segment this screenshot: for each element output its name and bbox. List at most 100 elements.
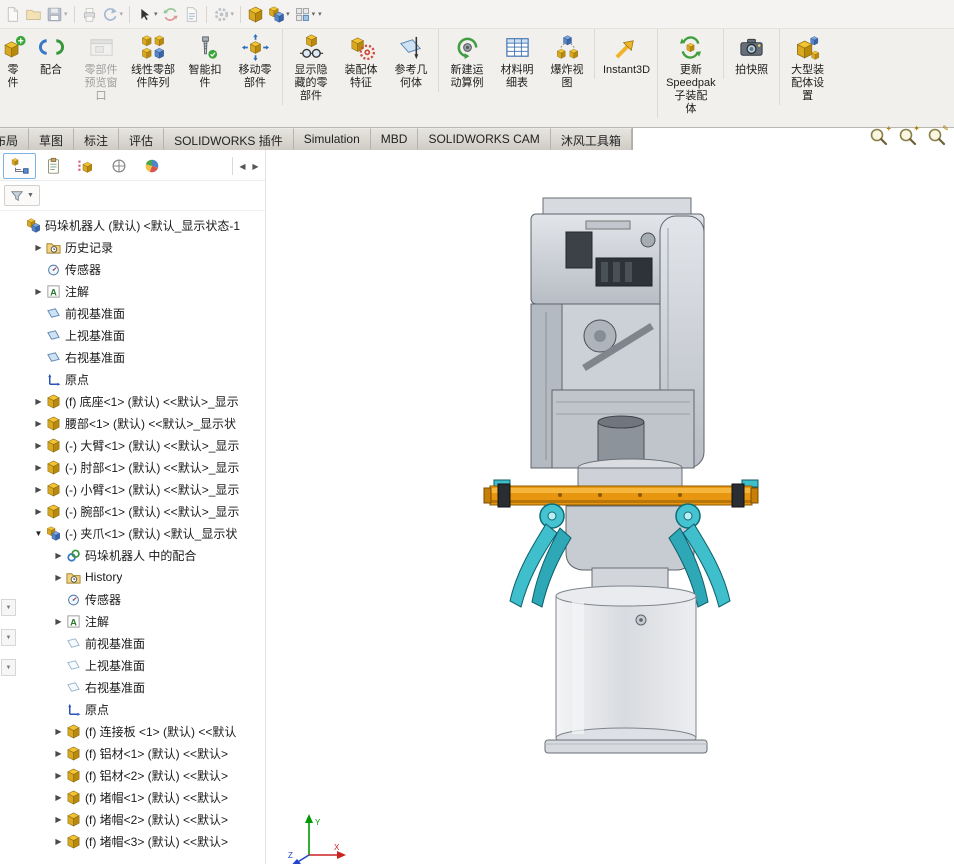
tab-solidworks-插件[interactable]: SOLIDWORKS 插件 [164, 128, 294, 150]
tree-item[interactable]: ▶(f) 铝材<1> (默认) <<默认> [0, 742, 265, 764]
tree-item[interactable]: ▶(-) 小臂<1> (默认) <<默认>_显示 [0, 478, 265, 500]
tab-标注[interactable]: 标注 [74, 128, 119, 150]
tree-item[interactable]: ▶(f) 连接板 <1> (默认) <<默认 [0, 720, 265, 742]
tree-expand-arrow-icon[interactable]: ▶ [52, 727, 65, 736]
tree-item[interactable]: 原点 [0, 698, 265, 720]
tree-expand-arrow-icon[interactable]: ▶ [32, 507, 45, 516]
tree-expand-arrow-icon[interactable]: ▶ [52, 815, 65, 824]
tree-expand-arrow-icon[interactable]: ▼ [32, 529, 45, 538]
tree-expand-arrow-icon[interactable]: ▶ [52, 837, 65, 846]
tree-item[interactable]: ▶(f) 堵帽<1> (默认) <<默认> [0, 786, 265, 808]
component-preview-button[interactable]: 零部件 预览窗 口 [76, 29, 126, 105]
mate-button[interactable]: 配合 [26, 29, 76, 79]
new-document-button[interactable] [2, 2, 23, 26]
tree-item[interactable]: 前视基准面 [0, 302, 265, 324]
tab-草图[interactable]: 草图 [29, 128, 74, 150]
magnifier-star-button[interactable]: ✦ [897, 126, 919, 148]
tree-expand-arrow-icon[interactable]: ▶ [32, 243, 45, 252]
take-snapshot-button[interactable]: 拍快照 [723, 29, 777, 79]
tree-item[interactable]: ▶(f) 铝材<2> (默认) <<默认> [0, 764, 265, 786]
tree-nav-prev-button[interactable]: ◀ [236, 157, 249, 175]
tree-expand-arrow-icon[interactable]: ▶ [52, 617, 65, 626]
tree-expand-arrow-icon[interactable]: ▶ [52, 749, 65, 758]
tree-item[interactable]: ▶历史记录 [0, 236, 265, 258]
tree-item[interactable]: ▶(f) 底座<1> (默认) <<默认>_显示 [0, 390, 265, 412]
exploded-view-button[interactable]: 爆炸视 图 [542, 29, 592, 92]
file-properties-button[interactable] [181, 2, 202, 26]
tree-expand-arrow-icon[interactable]: ▶ [32, 441, 45, 450]
insert-component-button[interactable]: 零 件 [0, 29, 26, 92]
flyout-arrow-button[interactable]: ▼ [1, 659, 16, 676]
move-component-button[interactable]: 移动零 部件 [230, 29, 280, 92]
property-manager-tab[interactable] [36, 153, 69, 179]
tree-expand-arrow-icon[interactable]: ▶ [32, 397, 45, 406]
tree-item[interactable]: 前视基准面 [0, 632, 265, 654]
tree-item[interactable]: 上视基准面 [0, 654, 265, 676]
save-button[interactable]: ▾ [44, 2, 70, 26]
tree-item[interactable]: ▶(-) 腕部<1> (默认) <<默认>_显示 [0, 500, 265, 522]
tree-item[interactable]: 传感器 [0, 588, 265, 610]
tree-expand-arrow-icon[interactable]: ▶ [52, 551, 65, 560]
tree-expand-arrow-icon[interactable]: ▶ [32, 287, 45, 296]
tree-item[interactable]: 上视基准面 [0, 324, 265, 346]
tab-simulation[interactable]: Simulation [294, 128, 371, 150]
tree-item[interactable]: ▶(f) 堵帽<2> (默认) <<默认> [0, 808, 265, 830]
tab-布局[interactable]: 布局 [0, 128, 29, 150]
tree-item[interactable]: 右视基准面 [0, 676, 265, 698]
tab-评估[interactable]: 评估 [119, 128, 164, 150]
flyout-arrow-button[interactable]: ▼ [1, 599, 16, 616]
dimxpert-manager-tab[interactable] [102, 153, 135, 179]
show-hidden-button[interactable]: 显示隐 藏的零 部件 [282, 29, 336, 105]
dropdown-caret-icon[interactable]: ▾ [318, 10, 322, 18]
configuration-manager-tab[interactable] [69, 153, 102, 179]
featuremanager-tree-tab[interactable] [3, 153, 36, 179]
tree-item[interactable]: ▶腰部<1> (默认) <<默认>_显示状 [0, 412, 265, 434]
tree-item[interactable]: ▶(-) 肘部<1> (默认) <<默认>_显示 [0, 456, 265, 478]
tree-expand-arrow-icon[interactable]: ▶ [32, 463, 45, 472]
update-speedpak-button[interactable]: 更新 Speedpak 子装配 体 [657, 29, 721, 118]
large-assembly-button[interactable]: 大型装 配体设 置 [779, 29, 833, 105]
tree-item[interactable]: 码垛机器人 (默认) <默认_显示状态-1 [0, 214, 265, 236]
tree-item[interactable]: ▶码垛机器人 中的配合 [0, 544, 265, 566]
print-button[interactable] [79, 2, 100, 26]
tree-nav-next-button[interactable]: ▶ [249, 157, 262, 175]
filter-button[interactable]: ▼ [4, 185, 40, 206]
magnifier-edit-button[interactable]: ✎ [926, 126, 948, 148]
smart-fasteners-button[interactable]: 智能扣 件 [180, 29, 230, 92]
tab-沐风工具箱[interactable]: 沐风工具箱 [551, 128, 632, 150]
tree-item[interactable]: 右视基准面 [0, 346, 265, 368]
select-cursor-button[interactable]: ▾ [134, 2, 160, 26]
flyout-arrow-button[interactable]: ▼ [1, 629, 16, 646]
drum-and-base[interactable] [545, 586, 707, 753]
tree-expand-arrow-icon[interactable]: ▶ [32, 419, 45, 428]
bill-of-materials-button[interactable]: 材料明 细表 [492, 29, 542, 92]
tree-item[interactable]: 传感器 [0, 258, 265, 280]
reference-geometry-button[interactable]: 参考几 何体 [386, 29, 436, 92]
undo-button[interactable]: ▾ [100, 2, 126, 26]
tab-solidworks-cam[interactable]: SOLIDWORKS CAM [418, 128, 550, 150]
tree-expand-arrow-icon[interactable]: ▶ [32, 485, 45, 494]
magnifier-plus-button[interactable]: + [868, 126, 890, 148]
tree-item[interactable]: ▶History [0, 566, 265, 588]
tree-expand-arrow-icon[interactable]: ▶ [52, 793, 65, 802]
view-cube-button[interactable] [245, 2, 266, 26]
open-document-button[interactable] [23, 2, 44, 26]
linear-pattern-button[interactable]: 线性零部 件阵列 [126, 29, 180, 92]
hide-show-grid-button[interactable]: ▾ [292, 2, 318, 26]
tree-expand-arrow-icon[interactable]: ▶ [52, 573, 65, 582]
assembly-cube-button[interactable]: ▾ [266, 2, 292, 26]
display-manager-tab[interactable] [135, 153, 168, 179]
instant3d-button[interactable]: Instant3D [594, 29, 655, 79]
tree-item[interactable]: ▶注解 [0, 280, 265, 302]
assembly-features-button[interactable]: 装配体 特征 [336, 29, 386, 92]
tab-mbd[interactable]: MBD [371, 128, 419, 150]
options-gear-button[interactable]: ▾ [211, 2, 237, 26]
tree-item[interactable]: ▼(-) 夹爪<1> (默认) <默认_显示状 [0, 522, 265, 544]
tree-item[interactable]: ▶(f) 堵帽<3> (默认) <<默认> [0, 830, 265, 852]
tree-item[interactable]: ▶(-) 大臂<1> (默认) <<默认>_显示 [0, 434, 265, 456]
tree-item[interactable]: ▶注解 [0, 610, 265, 632]
motion-study-button[interactable]: 新建运 动算例 [438, 29, 492, 92]
tree-expand-arrow-icon[interactable]: ▶ [52, 771, 65, 780]
rebuild-button[interactable] [160, 2, 181, 26]
tree-item[interactable]: 原点 [0, 368, 265, 390]
